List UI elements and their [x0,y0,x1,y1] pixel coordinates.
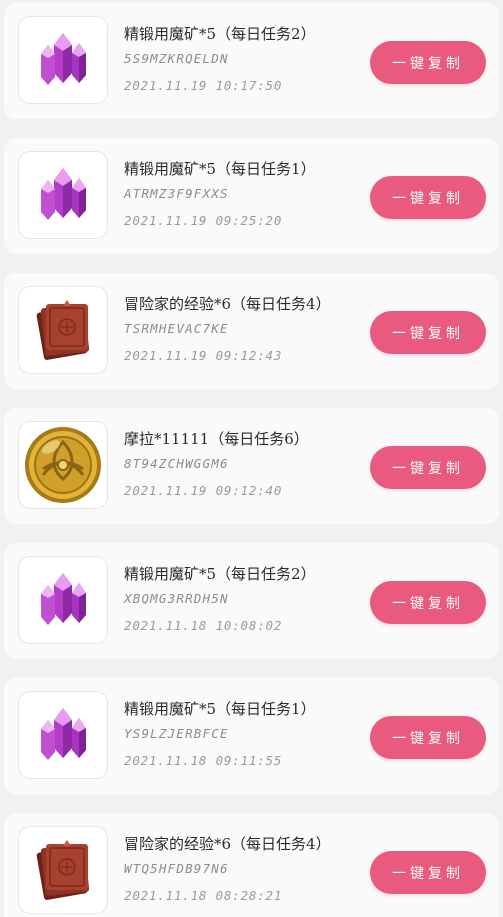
item-thumbnail [18,421,108,509]
copy-button[interactable]: 一键复制 [370,581,486,624]
item-timestamp: 2021.11.18 10:08:02 [124,618,283,633]
list-item: 精锻用魔矿*5（每日任务2） XBQMG3RRDH5N 2021.11.18 1… [4,543,499,659]
item-code: WTQ5HFDB97N6 [124,861,229,876]
item-title: 冒险家的经验*6（每日任务4） [124,295,331,313]
exp-book-icon [36,300,90,360]
item-thumbnail [18,826,108,914]
redeem-code-list: 精锻用魔矿*5（每日任务2） 5S9MZKRQELDN 2021.11.19 1… [0,0,503,917]
magic-crystal-icon [41,168,86,220]
list-item: 冒险家的经验*6（每日任务4） WTQ5HFDB97N6 2021.11.18 … [4,813,499,917]
item-code: ATRMZ3F9FXXS [124,186,229,201]
list-item: 精锻用魔矿*5（每日任务1） ATRMZ3F9FXXS 2021.11.19 0… [4,138,499,254]
item-timestamp: 2021.11.18 09:11:55 [124,753,283,768]
item-title: 精锻用魔矿*5（每日任务1） [124,160,316,178]
exp-book-icon [36,840,90,900]
item-thumbnail [18,286,108,374]
copy-button[interactable]: 一键复制 [370,311,486,354]
item-code: 5S9MZKRQELDN [124,51,229,66]
copy-button[interactable]: 一键复制 [370,716,486,759]
item-timestamp: 2021.11.19 10:17:50 [124,78,283,93]
item-title: 精锻用魔矿*5（每日任务1） [124,700,316,718]
item-title: 精锻用魔矿*5（每日任务2） [124,565,316,583]
mora-coin-icon [25,427,101,503]
item-timestamp: 2021.11.18 08:28:21 [124,888,283,903]
item-timestamp: 2021.11.19 09:25:20 [124,213,283,228]
copy-button[interactable]: 一键复制 [370,446,486,489]
magic-crystal-icon [41,708,86,760]
item-title: 摩拉*11111（每日任务6） [124,430,309,448]
item-thumbnail [18,16,108,104]
item-thumbnail [18,556,108,644]
item-timestamp: 2021.11.19 09:12:43 [124,348,283,363]
list-item: 精锻用魔矿*5（每日任务1） YS9LZJERBFCE 2021.11.18 0… [4,678,499,794]
item-thumbnail [18,151,108,239]
item-title: 精锻用魔矿*5（每日任务2） [124,25,316,43]
item-timestamp: 2021.11.19 09:12:40 [124,483,283,498]
list-item: 摩拉*11111（每日任务6） 8T94ZCHWGGM6 2021.11.19 … [4,408,499,524]
item-code: XBQMG3RRDH5N [124,591,229,606]
magic-crystal-icon [41,573,86,625]
item-title: 冒险家的经验*6（每日任务4） [124,835,331,853]
list-item: 冒险家的经验*6（每日任务4） TSRMHEVAC7KE 2021.11.19 … [4,273,499,389]
item-thumbnail [18,691,108,779]
item-code: YS9LZJERBFCE [124,726,229,741]
item-code: TSRMHEVAC7KE [124,321,229,336]
copy-button[interactable]: 一键复制 [370,851,486,894]
list-item: 精锻用魔矿*5（每日任务2） 5S9MZKRQELDN 2021.11.19 1… [4,3,499,119]
item-code: 8T94ZCHWGGM6 [124,456,229,471]
magic-crystal-icon [41,33,86,85]
copy-button[interactable]: 一键复制 [370,41,486,84]
copy-button[interactable]: 一键复制 [370,176,486,219]
